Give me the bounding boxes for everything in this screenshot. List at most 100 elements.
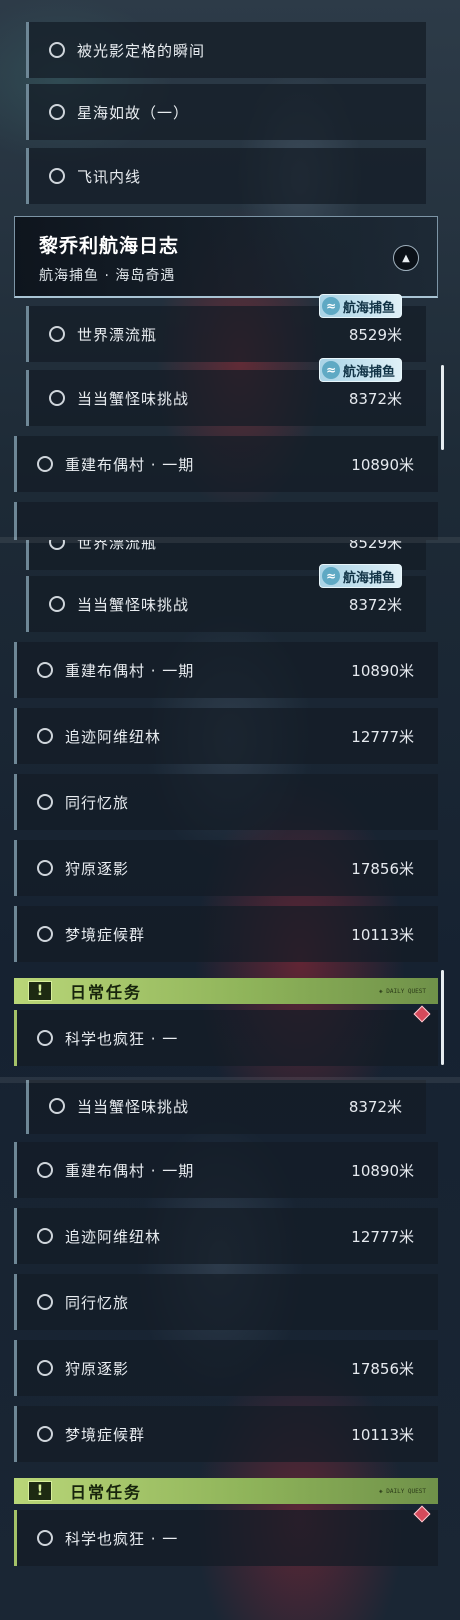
quest-list-panel-2: 世界漂流瓶 8529米 当当蟹怪味挑战 ≈ 航海捕鱼 8372米 重建布偶村 · …	[0, 540, 460, 1080]
exclamation-icon: !	[28, 1481, 52, 1501]
quest-distance: 8372米	[348, 595, 402, 614]
quest-label: 重建布偶村 · 一期	[65, 661, 195, 680]
circle-outline-icon	[49, 596, 65, 612]
circle-outline-icon	[37, 1530, 53, 1546]
daily-quests-tag: ◈ DAILY QUEST	[379, 1487, 426, 1495]
quest-item[interactable]: 梦境症候群 10113米	[14, 1406, 438, 1462]
quest-list-panel-1: 被光影定格的瞬间 星海如故（一） 飞讯内线 黎乔利航海日志 航海捕鱼 · 海岛奇…	[0, 0, 460, 540]
quest-item[interactable]: 当当蟹怪味挑战 8372米	[26, 1080, 426, 1134]
quest-label: 科学也疯狂 · 一	[65, 1529, 179, 1548]
quest-item[interactable]: 重建布偶村 · 一期 10890米	[14, 642, 438, 698]
scrollbar-thumb[interactable]	[441, 970, 444, 1065]
quest-group-title: 黎乔利航海日志	[39, 235, 180, 257]
quest-distance: 10890米	[351, 661, 414, 680]
fishing-badge: ≈ 航海捕鱼	[318, 564, 402, 588]
scrollbar-thumb[interactable]	[441, 365, 444, 450]
quest-item[interactable]: 科学也疯狂 · 一	[14, 1505, 438, 1566]
diamond-marker-icon	[413, 1005, 431, 1023]
scrollbar[interactable]	[441, 970, 444, 1065]
circle-outline-icon	[49, 168, 65, 184]
quest-label: 狩原逐影	[65, 1359, 130, 1378]
quest-distance: 8372米	[348, 389, 402, 408]
circle-outline-icon	[37, 1030, 53, 1046]
quest-label: 世界漂流瓶	[77, 325, 158, 344]
quest-item[interactable]: 重建布偶村 · 一期 10890米	[14, 1142, 438, 1198]
quest-item[interactable]	[14, 502, 438, 540]
circle-outline-icon	[37, 860, 53, 876]
fish-icon: ≈	[321, 361, 340, 379]
quest-label: 追迹阿维纽林	[65, 727, 162, 746]
quest-item[interactable]: 当当蟹怪味挑战 ≈ 航海捕鱼 8372米	[26, 564, 426, 632]
circle-outline-icon	[37, 728, 53, 744]
circle-outline-icon	[37, 1426, 53, 1442]
quest-distance: 8372米	[348, 1097, 402, 1116]
daily-quests-header[interactable]: ! 日常任务 ◈ DAILY QUEST	[14, 978, 438, 1004]
quest-item[interactable]: 同行忆旅	[14, 774, 438, 830]
quest-item[interactable]: 科学也疯狂 · 一	[14, 1005, 438, 1066]
quest-label: 同行忆旅	[65, 793, 130, 812]
quest-label: 重建布偶村 · 一期	[65, 455, 195, 474]
quest-distance: 12777米	[351, 1227, 414, 1246]
quest-item[interactable]: 星海如故（一）	[26, 84, 426, 140]
divider	[0, 537, 460, 543]
quest-label: 星海如故（一）	[77, 103, 190, 122]
quest-item[interactable]: 狩原逐影 17856米	[14, 840, 438, 896]
fish-icon: ≈	[321, 297, 340, 315]
divider	[0, 1077, 460, 1083]
quest-label: 科学也疯狂 · 一	[65, 1029, 179, 1048]
quest-label: 梦境症候群	[65, 1425, 146, 1444]
circle-outline-icon	[37, 662, 53, 678]
badge-label: 航海捕鱼	[342, 300, 395, 316]
fishing-badge: ≈ 航海捕鱼	[318, 358, 402, 382]
quest-distance: 12777米	[351, 727, 414, 746]
quest-distance: 8529米	[348, 325, 402, 344]
quest-item[interactable]: 追迹阿维纽林 12777米	[14, 708, 438, 764]
circle-outline-icon	[37, 1162, 53, 1178]
quest-item[interactable]: 重建布偶村 · 一期 10890米	[14, 436, 438, 492]
quest-distance: 10113米	[351, 925, 414, 944]
circle-outline-icon	[49, 390, 65, 406]
circle-outline-icon	[49, 42, 65, 58]
quest-item[interactable]: 飞讯内线	[26, 148, 426, 204]
quest-list-panel-3: 当当蟹怪味挑战 8372米 重建布偶村 · 一期 10890米 追迹阿维纽林 1…	[0, 1080, 460, 1620]
fish-icon: ≈	[321, 567, 340, 585]
circle-outline-icon	[37, 1294, 53, 1310]
daily-quests-title: 日常任务	[70, 1483, 143, 1502]
quest-item[interactable]: 世界漂流瓶 ≈ 航海捕鱼 8529米	[26, 294, 426, 362]
quest-item[interactable]: 狩原逐影 17856米	[14, 1340, 438, 1396]
quest-label: 被光影定格的瞬间	[77, 41, 206, 60]
quest-distance: 10113米	[351, 1425, 414, 1444]
circle-outline-icon	[49, 104, 65, 120]
quest-label: 同行忆旅	[65, 1293, 130, 1312]
quest-label: 当当蟹怪味挑战	[77, 1097, 190, 1116]
quest-distance: 17856米	[351, 859, 414, 878]
daily-quests-tag: ◈ DAILY QUEST	[379, 987, 426, 995]
quest-item[interactable]: 当当蟹怪味挑战 ≈ 航海捕鱼 8372米	[26, 358, 426, 426]
circle-outline-icon	[37, 1228, 53, 1244]
quest-group-subtitle: 航海捕鱼 · 海岛奇遇	[39, 268, 176, 284]
quest-label: 当当蟹怪味挑战	[77, 595, 190, 614]
circle-outline-icon	[37, 794, 53, 810]
circle-outline-icon	[37, 456, 53, 472]
quest-label: 重建布偶村 · 一期	[65, 1161, 195, 1180]
quest-label: 飞讯内线	[77, 167, 142, 186]
quest-item[interactable]: 追迹阿维纽林 12777米	[14, 1208, 438, 1264]
badge-label: 航海捕鱼	[342, 364, 395, 380]
quest-distance: 17856米	[351, 1359, 414, 1378]
circle-outline-icon	[49, 326, 65, 342]
scrollbar[interactable]	[441, 365, 444, 450]
quest-label: 当当蟹怪味挑战	[77, 389, 190, 408]
quest-group-header[interactable]: 黎乔利航海日志 航海捕鱼 · 海岛奇遇 ▲	[14, 216, 438, 298]
badge-label: 航海捕鱼	[342, 570, 395, 586]
quest-item[interactable]: 梦境症候群 10113米	[14, 906, 438, 962]
quest-item[interactable]: 同行忆旅	[14, 1274, 438, 1330]
quest-label: 狩原逐影	[65, 859, 130, 878]
quest-distance: 10890米	[351, 455, 414, 474]
circle-outline-icon	[37, 1360, 53, 1376]
quest-item[interactable]: 被光影定格的瞬间	[26, 22, 426, 78]
fishing-badge: ≈ 航海捕鱼	[318, 294, 402, 318]
diamond-marker-icon	[413, 1505, 431, 1523]
daily-quests-header[interactable]: ! 日常任务 ◈ DAILY QUEST	[14, 1478, 438, 1504]
exclamation-icon: !	[28, 981, 52, 1001]
chevron-up-icon[interactable]: ▲	[393, 245, 419, 271]
